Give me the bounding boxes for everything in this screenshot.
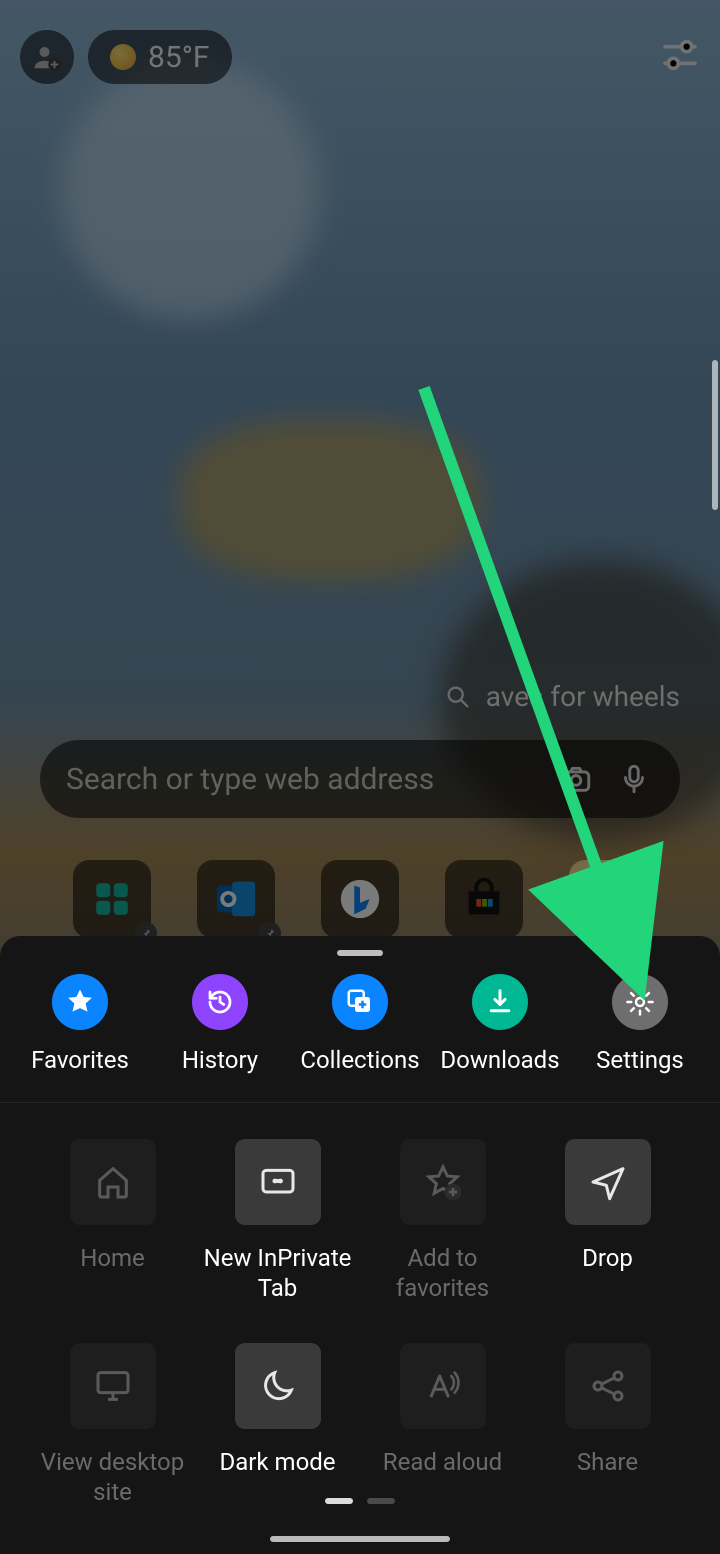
inprivate-icon — [258, 1162, 298, 1202]
primary-label: Settings — [596, 1046, 684, 1074]
primary-circle — [192, 974, 248, 1030]
action-label: Drop — [582, 1243, 633, 1303]
collections-button[interactable]: Collections — [290, 974, 430, 1074]
collections-icon — [345, 987, 375, 1017]
page-dot-2[interactable] — [367, 1498, 395, 1504]
sheet-drag-handle[interactable] — [337, 950, 383, 956]
primary-label: History — [182, 1046, 258, 1074]
downloads-button[interactable]: Downloads — [430, 974, 570, 1074]
primary-label: Favorites — [31, 1046, 129, 1074]
desktop-icon — [93, 1366, 133, 1406]
primary-label: Collections — [300, 1046, 419, 1074]
action-tile — [235, 1139, 321, 1225]
action-label: Add to favorites — [360, 1243, 525, 1303]
action-tile — [400, 1139, 486, 1225]
action-tile — [70, 1343, 156, 1429]
star-plus-icon — [423, 1162, 463, 1202]
primary-circle — [332, 974, 388, 1030]
home-action[interactable]: Home — [30, 1139, 195, 1303]
primary-circle — [52, 974, 108, 1030]
new-inprivate-action[interactable]: New InPrivate Tab — [195, 1139, 360, 1303]
gesture-bar[interactable] — [270, 1536, 450, 1542]
share-action[interactable]: Share — [525, 1343, 690, 1507]
star-icon — [65, 987, 95, 1017]
history-button[interactable]: History — [150, 974, 290, 1074]
primary-circle — [612, 974, 668, 1030]
home-icon — [93, 1162, 133, 1202]
add-favorites-action[interactable]: Add to favorites — [360, 1139, 525, 1303]
download-icon — [485, 987, 515, 1017]
drop-action[interactable]: Drop — [525, 1139, 690, 1303]
action-label: New InPrivate Tab — [195, 1243, 360, 1303]
scroll-indicator — [712, 360, 718, 510]
desktop-site-action[interactable]: View desktop site — [30, 1343, 195, 1507]
send-icon — [588, 1162, 628, 1202]
gear-icon — [625, 987, 655, 1017]
overflow-menu-sheet: Favorites History Collections Downloads Sett… — [0, 936, 720, 1554]
action-tile — [565, 1139, 651, 1225]
action-tile — [235, 1343, 321, 1429]
dark-mode-action[interactable]: Dark mode — [195, 1343, 360, 1507]
read-aloud-icon — [423, 1366, 463, 1406]
moon-icon — [258, 1366, 298, 1406]
primary-circle — [472, 974, 528, 1030]
action-tile — [400, 1343, 486, 1429]
action-label: Home — [80, 1243, 145, 1303]
settings-button[interactable]: Settings — [570, 974, 710, 1074]
read-aloud-action[interactable]: Read aloud — [360, 1343, 525, 1507]
browser-home-screen: 85°F aves for wheels Search or type web … — [0, 0, 720, 1554]
action-tile — [565, 1343, 651, 1429]
primary-label: Downloads — [440, 1046, 559, 1074]
action-tile — [70, 1139, 156, 1225]
page-indicator — [0, 1498, 720, 1504]
history-icon — [205, 987, 235, 1017]
share-icon — [588, 1366, 628, 1406]
page-dot-1[interactable] — [325, 1498, 353, 1504]
favorites-button[interactable]: Favorites — [10, 974, 150, 1074]
